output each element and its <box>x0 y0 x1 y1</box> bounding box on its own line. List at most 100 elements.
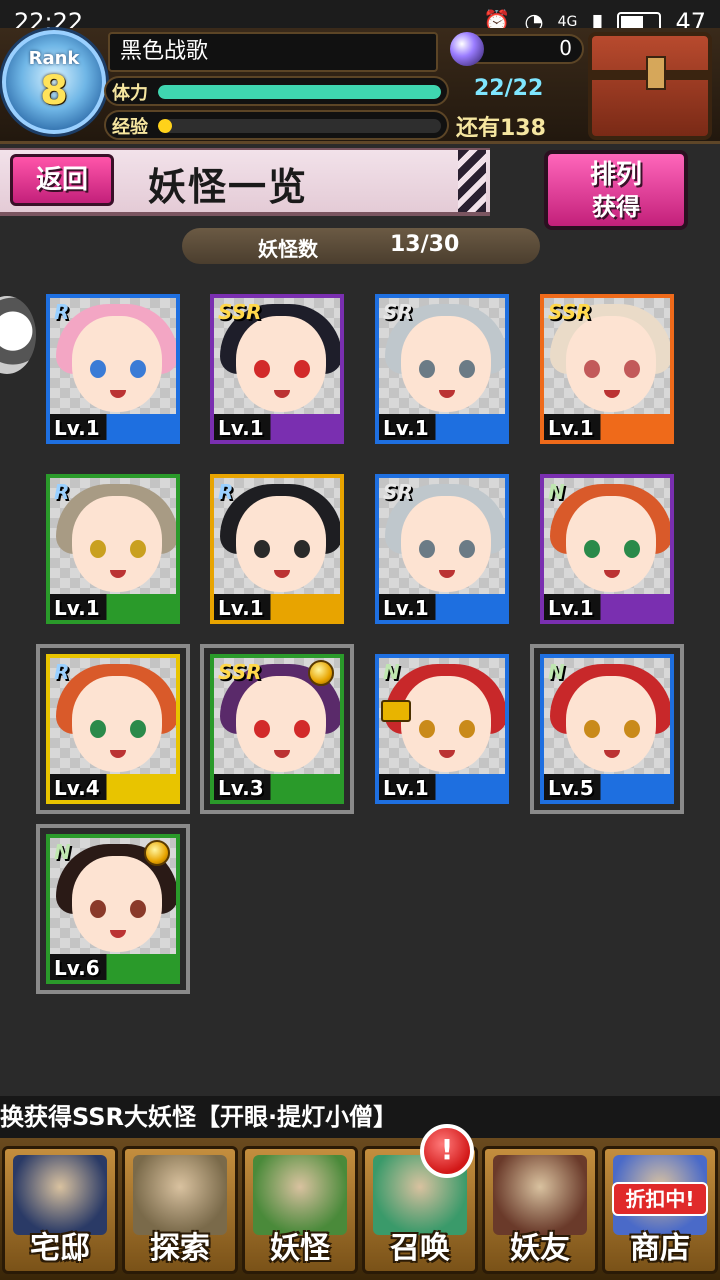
eye <box>90 720 106 738</box>
eye <box>90 900 106 918</box>
monster-card[interactable]: SR Lv.1 <box>375 474 509 624</box>
rank-badge[interactable]: Rank 8 <box>2 30 106 134</box>
eye <box>294 720 310 738</box>
eye <box>624 360 640 378</box>
sale-tag: 折扣中! <box>612 1182 708 1216</box>
level-label: Lv.5 <box>548 776 594 800</box>
level-label: Lv.1 <box>218 596 264 620</box>
orb-counter[interactable]: 0 <box>450 32 584 66</box>
monster-card[interactable]: SR Lv.1 <box>375 294 509 444</box>
eye <box>419 720 435 738</box>
eye <box>624 720 640 738</box>
rarity-label: SSR <box>548 300 592 324</box>
eye <box>419 540 435 558</box>
stripe-decoration <box>458 150 486 212</box>
level-label: Lv.6 <box>54 956 100 980</box>
eye <box>459 540 475 558</box>
level-label: Lv.1 <box>54 416 100 440</box>
level-label: Lv.1 <box>218 416 264 440</box>
rarity-label: SR <box>383 300 413 324</box>
level-label: Lv.4 <box>54 776 100 800</box>
player-name: 黑色战歌 <box>108 32 438 72</box>
rarity-label: N <box>383 660 400 684</box>
rarity-label: R <box>54 660 70 684</box>
back-button[interactable]: 返回 <box>10 154 114 206</box>
treasure-chest-icon[interactable] <box>588 32 712 140</box>
rarity-label: R <box>218 480 234 504</box>
stamina-bar: 体力 <box>104 76 449 106</box>
orb-count: 0 <box>559 36 572 60</box>
rank-label: Rank <box>28 48 80 69</box>
eye <box>130 900 146 918</box>
eye <box>419 360 435 378</box>
monster-card[interactable]: SSR Lv.1 <box>540 294 674 444</box>
eye <box>254 540 270 558</box>
stamina-value: 22/22 <box>474 76 544 101</box>
eye <box>584 540 600 558</box>
eye <box>459 360 475 378</box>
monster-card[interactable]: N Lv.6 <box>36 824 190 994</box>
rarity-label: N <box>548 480 565 504</box>
nav-item-0[interactable]: 宅邸 <box>2 1146 118 1274</box>
eye <box>90 540 106 558</box>
sort-button[interactable]: 排列 获得 <box>544 150 688 230</box>
rarity-label: R <box>54 300 70 324</box>
panda-side-icon[interactable] <box>0 296 36 374</box>
monster-card[interactable]: R Lv.1 <box>210 474 344 624</box>
monster-card[interactable]: SSR Lv.1 <box>210 294 344 444</box>
eye <box>130 360 146 378</box>
nav-label: 妖怪 <box>270 1231 330 1266</box>
eye <box>130 540 146 558</box>
level-label: Lv.1 <box>54 596 100 620</box>
level-label: Lv.1 <box>383 416 429 440</box>
gold-medal-icon <box>308 660 334 686</box>
nav-label: 商店 <box>630 1231 690 1266</box>
nav-item-4[interactable]: 妖友 <box>482 1146 598 1274</box>
eye <box>459 720 475 738</box>
lock-icon <box>381 700 411 722</box>
rarity-label: SSR <box>218 660 262 684</box>
level-label: Lv.1 <box>548 596 594 620</box>
eye <box>584 720 600 738</box>
exp-bar: 经验 <box>104 110 449 140</box>
exp-fill <box>158 119 173 133</box>
sort-label: 排列 <box>589 160 642 190</box>
eye <box>294 360 310 378</box>
player-header: Rank 8 黑色战歌 0 体力 22/22 经验 还有138 <box>0 28 720 144</box>
monster-count-label: 妖怪数 <box>258 237 318 261</box>
sort-mode: 获得 <box>592 193 640 221</box>
news-ticker: 换获得SSR大妖怪【开眼·提灯小僧】 <box>0 1096 720 1138</box>
exp-track <box>158 119 441 133</box>
monster-card[interactable]: R Lv.4 <box>36 644 190 814</box>
level-label: Lv.1 <box>548 416 594 440</box>
eye <box>584 360 600 378</box>
monster-card[interactable]: N Lv.1 <box>540 474 674 624</box>
monster-card[interactable]: N Lv.1 <box>375 654 509 804</box>
eye <box>90 360 106 378</box>
nav-item-2[interactable]: 妖怪 <box>242 1146 358 1274</box>
exp-label: 经验 <box>112 117 148 138</box>
monster-card[interactable]: R Lv.1 <box>46 294 180 444</box>
rarity-label: SR <box>383 480 413 504</box>
eye <box>130 720 146 738</box>
monster-card[interactable]: SSR Lv.3 <box>200 644 354 814</box>
exp-remaining: 还有138 <box>456 116 546 141</box>
stamina-label: 体力 <box>112 83 148 104</box>
eye <box>254 720 270 738</box>
nav-label: 宅邸 <box>30 1231 90 1266</box>
monster-card[interactable]: N Lv.5 <box>530 644 684 814</box>
level-label: Lv.1 <box>383 596 429 620</box>
nav-item-1[interactable]: 探索 <box>122 1146 238 1274</box>
monster-count-value: 13/30 <box>390 232 460 257</box>
stamina-fill <box>158 85 441 99</box>
rarity-label: N <box>548 660 565 684</box>
eye <box>624 540 640 558</box>
level-label: Lv.3 <box>218 776 264 800</box>
gold-medal-icon <box>144 840 170 866</box>
stamina-track <box>158 85 441 99</box>
monster-card[interactable]: R Lv.1 <box>46 474 180 624</box>
rarity-label: N <box>54 840 71 864</box>
eye <box>294 540 310 558</box>
nav-label: 探索 <box>150 1231 210 1266</box>
eye <box>254 360 270 378</box>
